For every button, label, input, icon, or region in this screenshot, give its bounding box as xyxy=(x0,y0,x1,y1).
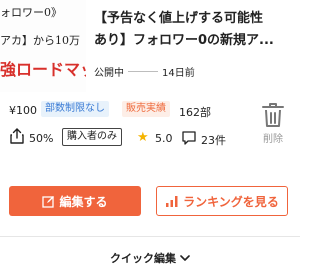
rating-value: 5.0 xyxy=(155,132,173,145)
limit-badge: 部数制限なし xyxy=(41,101,109,117)
thumbnail-text-line-3: 強ロードマッ xyxy=(0,60,86,79)
buyer-only-badge: 購入者のみ xyxy=(62,128,122,146)
quick-edit-toggle[interactable]: クイック編集 xyxy=(0,250,300,266)
thumbnail-text-line-2: アカ】から10万 xyxy=(0,34,80,47)
sales-count: 162部 xyxy=(179,106,211,119)
star-icon: ★ xyxy=(137,130,149,145)
edit-button[interactable]: 編集する xyxy=(9,186,141,216)
comment-icon xyxy=(181,130,197,150)
affiliate-rate: 50% xyxy=(29,132,54,145)
share-icon xyxy=(9,127,25,149)
edit-icon xyxy=(42,195,55,208)
sales-badge: 販売実績 xyxy=(122,101,170,117)
edit-button-label: 編集する xyxy=(59,194,108,209)
section-divider xyxy=(0,236,300,237)
article-thumbnail[interactable]: ォロワー0》 アカ】から10万 強ロードマッ xyxy=(0,0,86,92)
article-title-line-2: あり】フォロワー0の新規ア... xyxy=(94,33,274,48)
publish-status: 公開中 xyxy=(94,68,124,79)
quick-edit-label: クイック編集 xyxy=(110,252,176,265)
article-title-line-1: 【予告なく値上げする可能性 xyxy=(94,11,264,26)
trash-icon xyxy=(262,103,284,127)
chevron-down-icon xyxy=(180,255,190,261)
status-divider xyxy=(128,71,158,72)
delete-label: 削除 xyxy=(263,134,283,145)
ranking-icon xyxy=(166,196,178,207)
delete-button[interactable] xyxy=(260,102,286,132)
ranking-button-label: ランキングを見る xyxy=(183,194,279,209)
publish-date: 14日前 xyxy=(162,68,195,79)
ranking-button[interactable]: ランキングを見る xyxy=(156,186,288,216)
article-title[interactable]: 【予告なく値上げする可能性 あり】フォロワー0の新規ア... xyxy=(94,8,294,52)
article-price: ¥100 xyxy=(9,104,37,117)
thumbnail-text-line-1: ォロワー0》 xyxy=(0,6,62,19)
review-count: 23件 xyxy=(201,134,226,147)
